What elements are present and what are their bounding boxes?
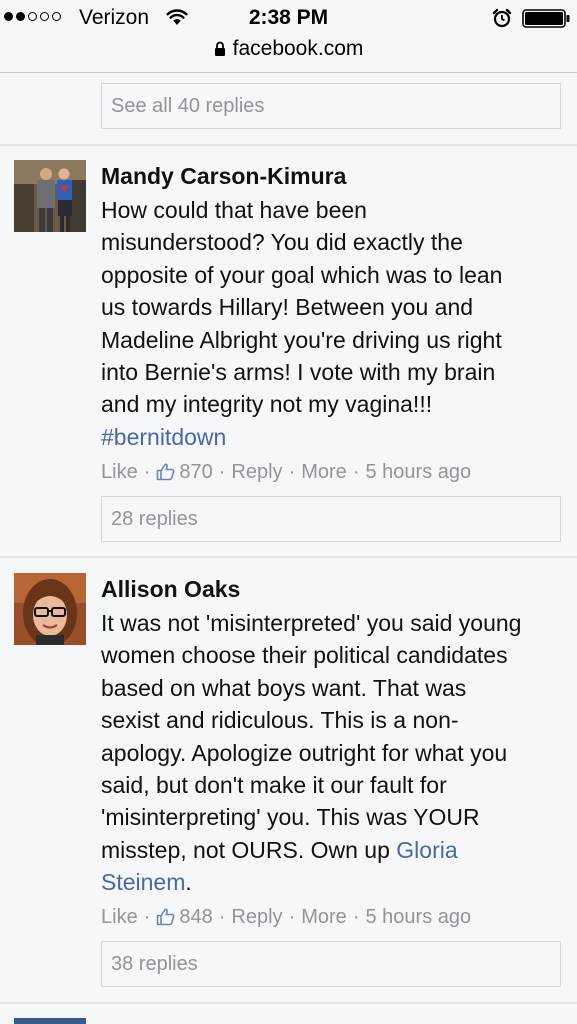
like-button[interactable]: Like [101,461,138,484]
separator-dot: · [143,906,151,928]
comment-text-line: 'misinterpreting' you. This was YOUR [101,804,480,831]
comment-timestamp[interactable]: 5 hours ago [365,461,471,484]
comment-text-line: us towards Hillary! Between you and [101,294,474,321]
comment-text-line: women choose their political candidates [101,642,508,669]
avatar[interactable] [14,1018,86,1024]
comment-text-line: into Bernie's arms! I vote with my brain [101,359,496,386]
comment-text-line: misunderstood? You did exactly the [101,229,463,256]
comment-text-line: Madeline Albright you're driving us righ… [101,326,502,353]
separator-dot: · [352,906,360,928]
comment-text-line: opposite of your goal which was to lean [101,261,503,288]
separator-dot: · [352,461,360,483]
replies-label: 38 replies [111,953,198,975]
more-button[interactable]: More [301,461,347,484]
battery-icon [522,9,570,28]
lock-icon [214,41,225,56]
separator-dot: · [218,906,226,928]
reply-button[interactable]: Reply [231,906,282,929]
thumbs-up-icon [157,908,175,926]
address-bar[interactable]: facebook.com [0,36,577,73]
mention-link[interactable]: Gloria [396,837,457,863]
see-all-replies-label: See all 40 replies [111,95,265,117]
avatar-photo [14,573,86,645]
thumbs-up-icon [157,463,175,481]
separator-dot: · [288,906,296,928]
comment-text-line: misstep, not OURS. Own up [101,836,397,863]
comment-timestamp[interactable]: 5 hours ago [365,906,471,929]
comment-actions: Like · 870 · Reply · More · 5 hours ago [101,461,471,484]
comment-actions: Like · 848 · Reply · More · 5 hours ago [101,906,471,929]
like-count[interactable]: 848 [179,906,212,929]
comment-body: It was not 'misinterpreted' you said you… [101,607,571,899]
more-button[interactable]: More [301,906,347,929]
mention-suffix: . [185,869,192,896]
see-all-replies-button[interactable]: See all 40 replies [101,83,561,129]
comment-text-line: sexist and ridiculous. This is a non- [101,707,459,734]
replies-button[interactable]: 38 replies [101,941,561,987]
avatar[interactable] [14,573,86,645]
comment-text-line: based on what boys want. That was [101,674,467,701]
like-button[interactable]: Like [101,906,138,929]
comment-body: How could that have been misunderstood? Y… [101,194,571,453]
comment-divider [0,1002,577,1004]
like-count[interactable]: 870 [179,461,212,484]
separator-dot: · [218,461,226,483]
avatar[interactable] [14,160,86,232]
replies-label: 28 replies [111,508,198,530]
comment-divider [0,556,577,558]
separator-dot: · [143,461,151,483]
comment-author[interactable]: Allison Oaks [101,576,240,603]
comment-text-line: said, but don't make it our fault for [101,772,447,799]
url-text: facebook.com [232,37,364,60]
alarm-clock-icon [492,8,512,28]
comment-text-line: apology. Apologize outright for what you [101,739,508,766]
comment-text-line: and my integrity not my vagina!!! [101,391,433,418]
separator-dot: · [288,461,296,483]
avatar-photo [14,160,86,232]
mobile-browser-screen: Verizon 2:38 PM facebook.com See all 40 … [0,0,577,1024]
reply-button[interactable]: Reply [231,461,282,484]
clock-time: 2:38 PM [248,6,329,29]
comment-text-line: It was not 'misinterpreted' you said you… [101,610,522,636]
comment-text-line: How could that have been [101,197,367,223]
comment-divider [0,144,577,146]
status-bar: Verizon 2:38 PM [0,0,577,36]
hashtag-link[interactable]: #bernitdown [101,424,226,450]
replies-button[interactable]: 28 replies [101,496,561,542]
comment-author[interactable]: Mandy Carson-Kimura [101,163,346,190]
mention-link[interactable]: Steinem [101,869,185,895]
